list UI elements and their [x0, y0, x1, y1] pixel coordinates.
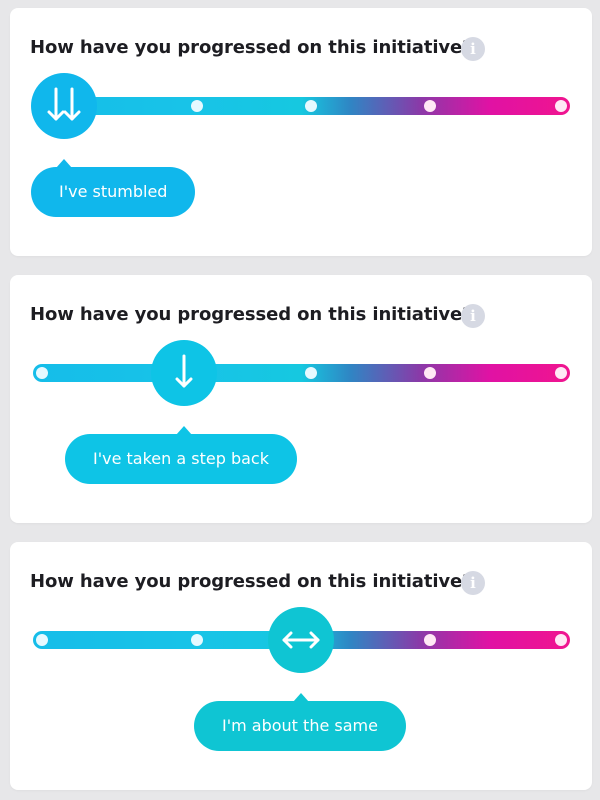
slider-knob[interactable] — [31, 73, 97, 139]
slider-stop-4[interactable] — [424, 634, 436, 646]
slider-stop-5[interactable] — [555, 367, 567, 379]
slider-stop-5[interactable] — [555, 100, 567, 112]
response-label: I'm about the same — [222, 716, 378, 735]
double-down-arrow-icon — [47, 87, 81, 121]
response-label: I've stumbled — [59, 182, 168, 201]
info-icon[interactable]: i — [461, 37, 485, 61]
question-title: How have you progressed on this initiati… — [30, 571, 473, 592]
progress-slider-track[interactable] — [33, 364, 570, 382]
response-label-bubble: I've taken a step back — [65, 426, 297, 484]
response-label-bubble: I'm about the same — [194, 693, 406, 751]
slider-stop-4[interactable] — [424, 100, 436, 112]
bubble-pointer — [56, 159, 72, 168]
slider-stop-5[interactable] — [555, 634, 567, 646]
slider-stop-2[interactable] — [191, 100, 203, 112]
info-icon[interactable]: i — [461, 304, 485, 328]
question-title: How have you progressed on this initiati… — [30, 37, 473, 58]
progress-question-card-3: How have you progressed on this initiati… — [10, 542, 592, 790]
slider-stop-1[interactable] — [36, 634, 48, 646]
down-arrow-icon — [175, 354, 193, 388]
bubble-pointer — [176, 426, 192, 435]
slider-knob[interactable] — [268, 607, 334, 673]
slider-knob[interactable] — [151, 340, 217, 406]
question-title: How have you progressed on this initiati… — [30, 304, 473, 325]
info-icon[interactable]: i — [461, 571, 485, 595]
slider-stop-2[interactable] — [191, 634, 203, 646]
slider-stop-4[interactable] — [424, 367, 436, 379]
left-right-arrow-icon — [282, 631, 320, 649]
progress-slider-track[interactable] — [33, 97, 570, 115]
bubble-pointer — [293, 693, 309, 702]
slider-stop-3[interactable] — [305, 100, 317, 112]
progress-question-card-1: How have you progressed on this initiati… — [10, 8, 592, 256]
progress-question-card-2: How have you progressed on this initiati… — [10, 275, 592, 523]
slider-stop-1[interactable] — [36, 367, 48, 379]
response-label: I've taken a step back — [93, 449, 269, 468]
slider-stop-3[interactable] — [305, 367, 317, 379]
response-label-bubble: I've stumbled — [31, 159, 196, 217]
